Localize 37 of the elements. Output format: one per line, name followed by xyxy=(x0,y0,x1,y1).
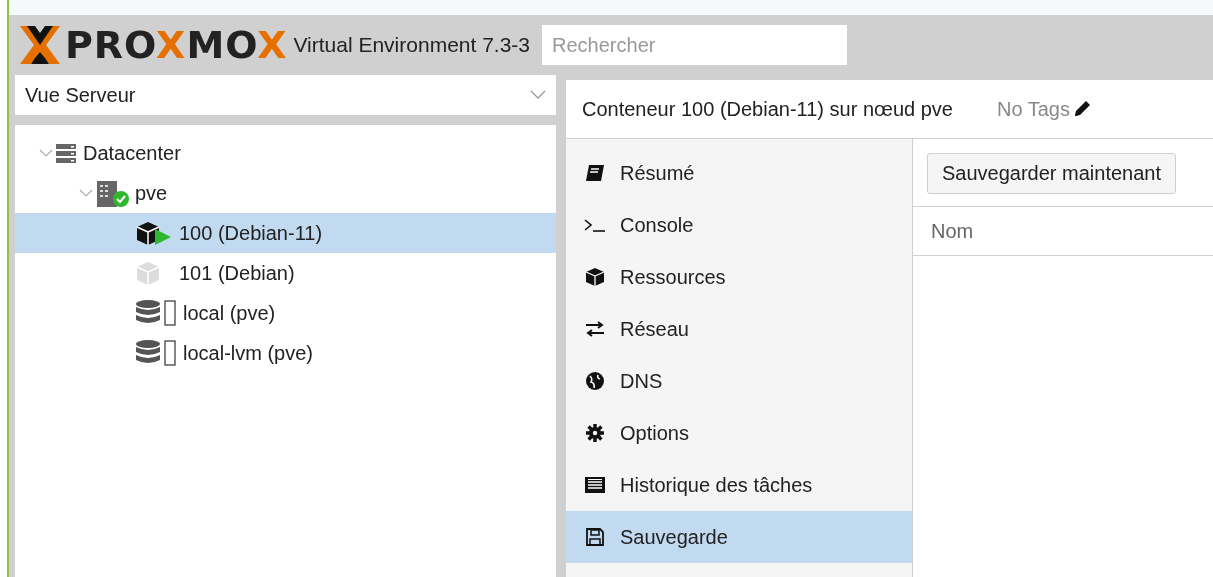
settings-icon xyxy=(584,423,606,443)
nav-item[interactable]: Options xyxy=(566,407,912,459)
server-rack-icon xyxy=(55,143,77,163)
nav-item[interactable]: Résumé xyxy=(566,147,912,199)
tree-item[interactable]: Datacenter xyxy=(15,133,556,173)
nav-item[interactable]: Réseau xyxy=(566,303,912,355)
nav-item[interactable]: Historique des tâches xyxy=(566,459,912,511)
panel-title: Conteneur 100 (Debian-11) sur nœud pve xyxy=(582,97,953,121)
tree-item[interactable]: 101 (Debian) xyxy=(15,253,556,293)
search-field[interactable]: Rechercher xyxy=(542,25,848,65)
product-title: Virtual Environment 7.3-3 xyxy=(293,33,531,57)
logo-wordmark: PROXMOX xyxy=(65,26,288,64)
server-check-icon xyxy=(95,179,129,207)
box-play-icon xyxy=(135,220,173,246)
list-icon xyxy=(584,475,606,495)
backup-now-button[interactable]: Sauvegarder maintenant xyxy=(927,153,1177,194)
globe-icon xyxy=(584,371,606,391)
cube-icon xyxy=(584,267,606,287)
tree-item[interactable]: 100 (Debian-11) xyxy=(15,213,556,253)
view-dropdown[interactable]: Vue Serveur xyxy=(15,75,556,115)
nav-item[interactable]: DNS xyxy=(566,355,912,407)
tree-item[interactable]: local (pve) xyxy=(15,293,556,333)
nav-item[interactable]: Sauvegarde xyxy=(566,511,912,563)
database-icon xyxy=(135,339,177,367)
nav-item[interactable]: Console xyxy=(566,199,912,251)
column-header: Nom xyxy=(931,219,974,243)
tags-link[interactable]: No Tags xyxy=(996,97,1092,121)
chevron-down-icon xyxy=(79,188,93,198)
tree-item[interactable]: local-lvm (pve) xyxy=(15,333,556,373)
chevron-down-icon xyxy=(530,90,546,100)
exchange-icon xyxy=(584,319,606,339)
chevron-down-icon xyxy=(39,148,53,158)
box-icon xyxy=(135,260,161,286)
tree-item[interactable]: pve xyxy=(15,173,556,213)
book-icon xyxy=(584,163,606,183)
database-icon xyxy=(135,299,177,327)
nav-item[interactable]: Ressources xyxy=(566,251,912,303)
